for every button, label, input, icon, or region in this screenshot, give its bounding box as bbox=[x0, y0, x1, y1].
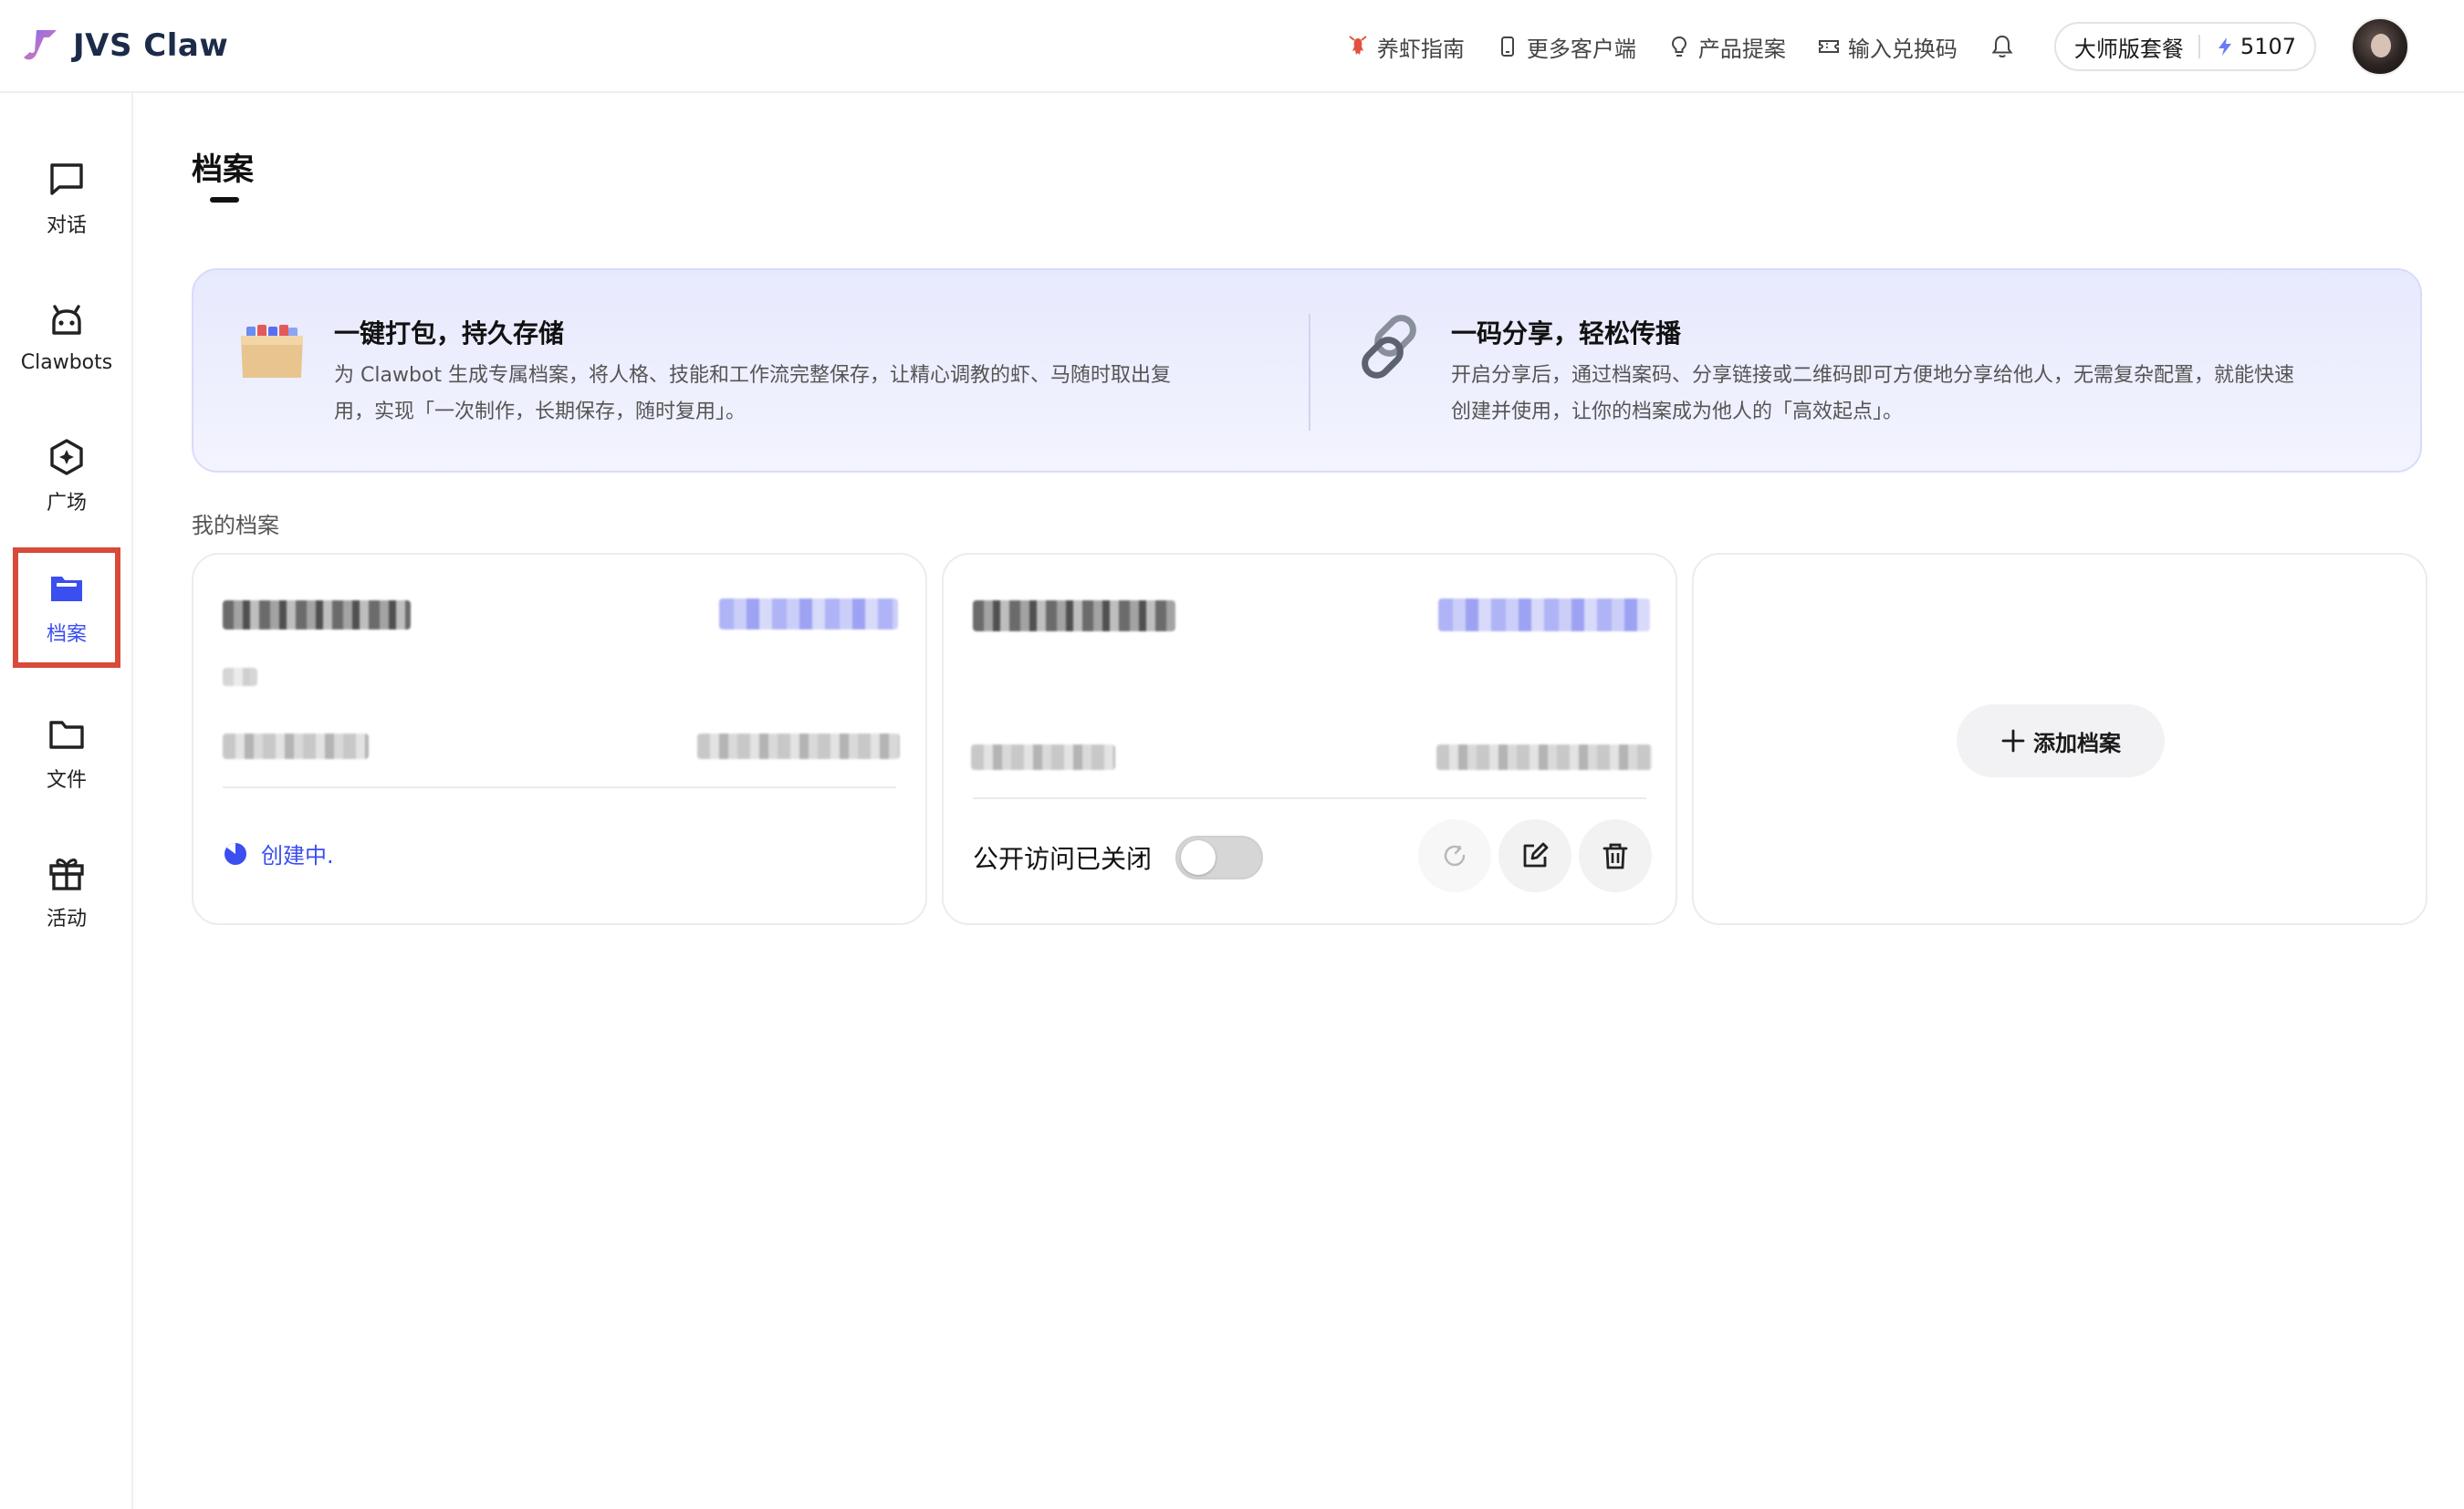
redacted-archive-owner bbox=[223, 734, 369, 759]
lobster-icon bbox=[1349, 36, 1367, 55]
plan-pill[interactable]: 大师版套餐 5107 bbox=[2053, 22, 2316, 71]
phone-icon bbox=[1500, 36, 1514, 57]
add-archive-card: 添加档案 bbox=[1692, 553, 2427, 925]
nav-guide[interactable]: 养虾指南 bbox=[1346, 31, 1465, 63]
redacted-archive-meta bbox=[223, 668, 257, 686]
page-title: 档案 bbox=[192, 151, 254, 188]
sidebar: 对话 Clawbots 广场 档案 文件 活动 bbox=[0, 93, 133, 1509]
banner-right-text: 一码分享，轻松传播 开启分享后，通过档案码、分享链接或二维码即可方便地分享给他人… bbox=[1451, 310, 2294, 431]
redacted-archive-code bbox=[1438, 598, 1650, 631]
sidebar-item-label: 活动 bbox=[46, 908, 87, 931]
nav-proposal-label: 产品提案 bbox=[1697, 36, 1786, 62]
banner-right-desc-line2: 创建并使用，让你的档案成为他人的「高效起点」。 bbox=[1451, 401, 1904, 423]
ticket-icon bbox=[1818, 40, 1839, 53]
bolt-icon bbox=[2218, 37, 2231, 56]
nav-clients-label: 更多客户端 bbox=[1526, 36, 1636, 62]
banner-left-text: 一键打包，持久存储 为 Clawbot 生成专属档案，将人格、技能和工作流完整保… bbox=[334, 310, 1171, 431]
bell-icon[interactable] bbox=[1989, 33, 2016, 60]
banner-divider bbox=[1309, 314, 1310, 431]
user-avatar[interactable] bbox=[2351, 17, 2409, 76]
banner-left-title: 一键打包，持久存储 bbox=[334, 318, 565, 349]
nav-redeem[interactable]: 输入兑换码 bbox=[1817, 31, 1958, 63]
nav-guide-label: 养虾指南 bbox=[1376, 36, 1465, 62]
nav-clients[interactable]: 更多客户端 bbox=[1496, 31, 1636, 63]
archive-card[interactable]: 创建中. bbox=[192, 553, 927, 925]
plan-separator bbox=[2198, 35, 2200, 58]
redacted-archive-code bbox=[719, 598, 898, 630]
edit-icon bbox=[1523, 842, 1549, 868]
public-access-label: 公开访问已关闭 bbox=[973, 844, 1153, 874]
sidebar-item-activity[interactable]: 活动 bbox=[13, 832, 120, 952]
nav-redeem-label: 输入兑换码 bbox=[1847, 36, 1958, 62]
section-label: 我的档案 bbox=[192, 513, 279, 538]
sidebar-item-label: Clawbots bbox=[20, 350, 113, 374]
credit-count: 5107 bbox=[2240, 34, 2296, 59]
sidebar-item-label: 文件 bbox=[46, 769, 87, 792]
refresh-icon bbox=[1444, 845, 1466, 867]
add-archive-button[interactable]: 添加档案 bbox=[1957, 704, 2165, 777]
banner-left-desc: 为 Clawbot 生成专属档案，将人格、技能和工作流完整保存，让精心调教的虾、… bbox=[334, 358, 1171, 431]
creating-status-label: 创建中. bbox=[261, 843, 334, 869]
redacted-archive-name bbox=[973, 600, 1175, 631]
banner-right-title: 一码分享，轻松传播 bbox=[1451, 318, 1682, 349]
plan-name: 大师版套餐 bbox=[2073, 36, 2184, 62]
sidebar-item-label: 对话 bbox=[46, 214, 87, 237]
refresh-button[interactable] bbox=[1418, 819, 1491, 892]
redacted-archive-date bbox=[1436, 744, 1652, 770]
redacted-archive-date bbox=[697, 734, 900, 759]
trash-icon bbox=[1603, 843, 1628, 869]
banner-left-desc-line2: 用，实现「一次制作，长期保存，随时复用」。 bbox=[334, 401, 747, 423]
public-access-toggle[interactable] bbox=[1175, 836, 1264, 879]
banner-right-desc: 开启分享后，通过档案码、分享链接或二维码即可方便地分享给他人，无需复杂配置，就能… bbox=[1451, 358, 2294, 431]
gift-icon bbox=[49, 859, 84, 890]
sidebar-item-label: 广场 bbox=[46, 492, 87, 515]
plus-icon bbox=[2001, 729, 2025, 753]
nav-proposal[interactable]: 产品提案 bbox=[1667, 31, 1786, 63]
edit-button[interactable] bbox=[1498, 819, 1571, 892]
sidebar-item-plaza[interactable]: 广场 bbox=[13, 416, 120, 536]
chat-icon bbox=[50, 163, 83, 195]
banner-left-desc-line1: 为 Clawbot 生成专属档案，将人格、技能和工作流完整保存，让精心调教的虾、… bbox=[334, 364, 1171, 387]
sidebar-item-clawbots[interactable]: Clawbots bbox=[13, 277, 120, 398]
banner-right-desc-line1: 开启分享后，通过档案码、分享链接或二维码即可方便地分享给他人，无需复杂配置，就能… bbox=[1451, 364, 2295, 387]
sidebar-item-archive[interactable]: 档案 bbox=[13, 547, 120, 668]
public-access-control: 公开访问已关闭 bbox=[973, 836, 1264, 879]
header-nav: 养虾指南 更多客户端 产品提案 输入兑换码 大师版套餐 5107 bbox=[1346, 17, 2409, 76]
title-underline bbox=[210, 197, 239, 203]
add-archive-label: 添加档案 bbox=[2033, 730, 2121, 756]
brand[interactable]: JVS Claw bbox=[22, 20, 228, 71]
banner-feature-share: 一码分享，轻松传播 开启分享后，通过档案码、分享链接或二维码即可方便地分享给他人… bbox=[1352, 310, 2384, 431]
file-box-icon bbox=[241, 325, 303, 378]
sidebar-item-files[interactable]: 文件 bbox=[13, 693, 120, 814]
sidebar-item-label: 档案 bbox=[46, 623, 87, 646]
progress-icon bbox=[224, 842, 246, 865]
creating-status: 创建中. bbox=[223, 838, 334, 869]
sidebar-item-chat[interactable]: 对话 bbox=[13, 139, 120, 259]
delete-button[interactable] bbox=[1579, 819, 1652, 892]
archive-card[interactable]: 公开访问已关闭 bbox=[942, 553, 1677, 925]
card-divider bbox=[973, 797, 1646, 799]
redacted-archive-owner bbox=[971, 744, 1115, 770]
lightbulb-icon bbox=[1671, 36, 1686, 57]
redacted-archive-name bbox=[223, 600, 411, 630]
feature-banner: 一键打包，持久存储 为 Clawbot 生成专属档案，将人格、技能和工作流完整保… bbox=[192, 268, 2422, 473]
main-content: 档案 一键打包，持久存储 为 Clawbot 生成专属档案，将人格、技能和工作流… bbox=[133, 93, 2464, 1509]
top-header: JVS Claw 养虾指南 更多客户端 产品提案 输入兑换码 大师版套餐 510… bbox=[0, 0, 2464, 93]
robot-icon bbox=[52, 304, 81, 335]
plaza-icon bbox=[50, 439, 83, 475]
app-name: JVS Claw bbox=[73, 27, 229, 64]
jvs-logo-icon bbox=[24, 30, 57, 60]
banner-feature-storage: 一键打包，持久存储 为 Clawbot 生成专属档案，将人格、技能和工作流完整保… bbox=[235, 310, 1267, 431]
archive-icon bbox=[51, 577, 82, 601]
chain-link-icon bbox=[1362, 315, 1416, 379]
card-divider bbox=[223, 786, 896, 788]
folder-icon bbox=[49, 721, 84, 749]
